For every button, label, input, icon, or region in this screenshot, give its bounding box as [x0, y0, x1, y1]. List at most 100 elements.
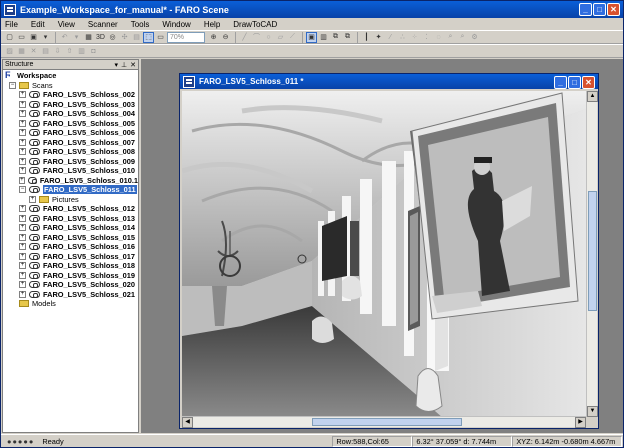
pin-icon[interactable]: ⊥ [121, 61, 127, 69]
scroll-down-icon[interactable]: ▼ [587, 406, 598, 417]
collapse-toggle[interactable]: − [9, 81, 16, 89]
close-button[interactable]: ✕ [582, 76, 595, 89]
expand-toggle[interactable]: + [19, 138, 26, 146]
tree-node-scan[interactable]: + FARO_LSV5_Schloss_020 [3, 280, 138, 290]
report-icon[interactable]: ▥ [76, 46, 87, 57]
expand-toggle[interactable]: + [19, 176, 25, 184]
tree-node-scan[interactable]: + FARO_LSV5_Schloss_005 [3, 119, 138, 129]
marker-icon[interactable]: ┃ [361, 32, 372, 43]
expand-toggle[interactable]: + [19, 281, 26, 289]
menu-drawtocad[interactable]: DrawToCAD [233, 20, 277, 29]
expand-toggle[interactable]: + [19, 214, 26, 222]
tree-node-models[interactable]: Models [3, 299, 138, 309]
zoom-level-field[interactable]: 70% [167, 31, 205, 43]
horizontal-scrollbar[interactable]: ◀ ▶ [182, 416, 586, 428]
redo-icon[interactable]: ▾ [71, 32, 82, 43]
zoom-in-icon[interactable]: ⊕ [208, 32, 219, 43]
tree-node-scan[interactable]: + FARO_LSV5_Schloss_014 [3, 223, 138, 233]
expand-toggle[interactable]: + [19, 243, 26, 251]
expand-toggle[interactable]: + [19, 233, 26, 241]
expand-toggle[interactable]: + [19, 148, 26, 156]
planar-view-icon[interactable]: ▤ [131, 32, 142, 43]
new-file-icon[interactable]: ▢ [4, 32, 15, 43]
view-3d-icon[interactable]: 3D [95, 32, 106, 43]
tree-node-scan[interactable]: + FARO_LSV5_Schloss_010 [3, 166, 138, 176]
export-icon[interactable]: ⇧ [64, 46, 75, 57]
expand-toggle[interactable]: + [19, 290, 26, 298]
menu-window[interactable]: Window [162, 20, 190, 29]
menu-scanner[interactable]: Scanner [88, 20, 118, 29]
scan-view-title-bar[interactable]: FARO_LSV5_Schloss_011 * _ □ ✕ [180, 74, 598, 89]
tree-node-scan-selected[interactable]: − FARO_LSV5_Schloss_011 [3, 185, 138, 195]
tree-node-scan[interactable]: + FARO_LSV5_Schloss_016 [3, 242, 138, 252]
expand-toggle[interactable]: + [19, 271, 26, 279]
tree-node-scan[interactable]: + FARO_LSV5_Schloss_019 [3, 271, 138, 281]
menu-file[interactable]: File [5, 20, 18, 29]
camera-icon[interactable]: ◘ [88, 46, 99, 57]
menu-tools[interactable]: Tools [131, 20, 150, 29]
tree-node-workspace[interactable]: Ϝ Workspace [3, 71, 138, 81]
view-split-icon[interactable]: ▥ [318, 32, 329, 43]
scroll-left-icon[interactable]: ◀ [182, 417, 193, 428]
menu-help[interactable]: Help [204, 20, 220, 29]
tree-node-scan[interactable]: + FARO_LSV5_Schloss_009 [3, 157, 138, 167]
expand-toggle[interactable]: + [19, 252, 26, 260]
view-single-icon[interactable]: ▣ [306, 31, 317, 43]
tree-node-scan[interactable]: + FARO_LSV5_Schloss_021 [3, 290, 138, 300]
scan-3d-viewport[interactable] [182, 91, 586, 417]
scroll-right-icon[interactable]: ▶ [575, 417, 586, 428]
lasso-icon[interactable]: ◌ [433, 32, 444, 43]
maximize-button[interactable]: □ [593, 3, 606, 16]
image-icon[interactable]: ▨ [4, 46, 15, 57]
expand-toggle[interactable]: + [19, 129, 26, 137]
expand-toggle[interactable]: + [19, 262, 26, 270]
brush-icon[interactable]: ⁄ [385, 32, 396, 43]
tree-node-scan[interactable]: + FARO_LSV5_Schloss_004 [3, 109, 138, 119]
expand-toggle[interactable]: + [19, 157, 26, 165]
maximize-button[interactable]: □ [568, 76, 581, 89]
tree-node-pictures[interactable]: + Pictures [3, 195, 138, 205]
tree-node-scan[interactable]: + FARO_LSV5_Schloss_010.1 [3, 176, 138, 186]
scatter-points-icon[interactable]: ⁘ [409, 32, 420, 43]
panel-menu-icon[interactable]: ▾ [115, 61, 119, 69]
panel-close-icon[interactable]: ✕ [130, 61, 136, 69]
expand-toggle[interactable]: + [19, 224, 26, 232]
delete-icon[interactable]: ✕ [28, 46, 39, 57]
expand-toggle[interactable]: + [19, 205, 26, 213]
horizontal-scroll-thumb[interactable] [312, 418, 462, 426]
minimize-button[interactable]: _ [554, 76, 567, 89]
tree-node-scan[interactable]: + FARO_LSV5_Schloss_012 [3, 204, 138, 214]
import-icon[interactable]: ⇩ [52, 46, 63, 57]
properties-icon[interactable]: ▤ [40, 46, 51, 57]
menu-edit[interactable]: Edit [31, 20, 45, 29]
view-cascade-icon[interactable]: ⧉ [330, 32, 341, 43]
circle-tool-icon[interactable]: ○ [263, 32, 274, 43]
close-button[interactable]: ✕ [607, 3, 620, 16]
scan-list-icon[interactable]: ▦ [16, 46, 27, 57]
undo-icon[interactable]: ↶ [59, 32, 70, 43]
tree-node-scan[interactable]: + FARO_LSV5_Schloss_018 [3, 261, 138, 271]
vertical-scrollbar[interactable]: ▲ ▼ [586, 91, 598, 417]
dropdown-arrow-icon[interactable]: ▾ [40, 32, 51, 43]
tree-node-scan[interactable]: + FARO_LSV5_Schloss_006 [3, 128, 138, 138]
settings-icon[interactable]: ⚙ [469, 32, 480, 43]
line-tool-icon[interactable]: ╱ [239, 32, 250, 43]
minimize-button[interactable]: _ [579, 3, 592, 16]
tree-node-scan[interactable]: + FARO_LSV5_Schloss_007 [3, 138, 138, 148]
expand-toggle[interactable]: + [19, 110, 26, 118]
point-cloud-icon[interactable]: ∴ [397, 32, 408, 43]
app-title-bar[interactable]: Example_Workspace_for_manual* - FARO Sce… [1, 1, 623, 18]
fit-view-icon[interactable]: ▭ [155, 32, 166, 43]
zoom-out-icon[interactable]: ⊖ [220, 32, 231, 43]
quick-view-icon[interactable]: ◎ [107, 32, 118, 43]
scroll-up-icon[interactable]: ▲ [587, 91, 598, 102]
tree-node-scan[interactable]: + FARO_LSV5_Schloss_017 [3, 252, 138, 262]
tree-node-scan[interactable]: + FARO_LSV5_Schloss_015 [3, 233, 138, 243]
extra-tool-icon[interactable]: ⁚ [421, 32, 432, 43]
tree-node-scan[interactable]: + FARO_LSV5_Schloss_002 [3, 90, 138, 100]
save-icon[interactable]: ▣ [28, 32, 39, 43]
search-icon[interactable]: ⌕ [445, 32, 456, 43]
polyline-tool-icon[interactable]: ⌒ [251, 32, 262, 43]
scan-settings-icon[interactable]: ▦ [83, 32, 94, 43]
tree-node-scans[interactable]: − Scans [3, 81, 138, 91]
